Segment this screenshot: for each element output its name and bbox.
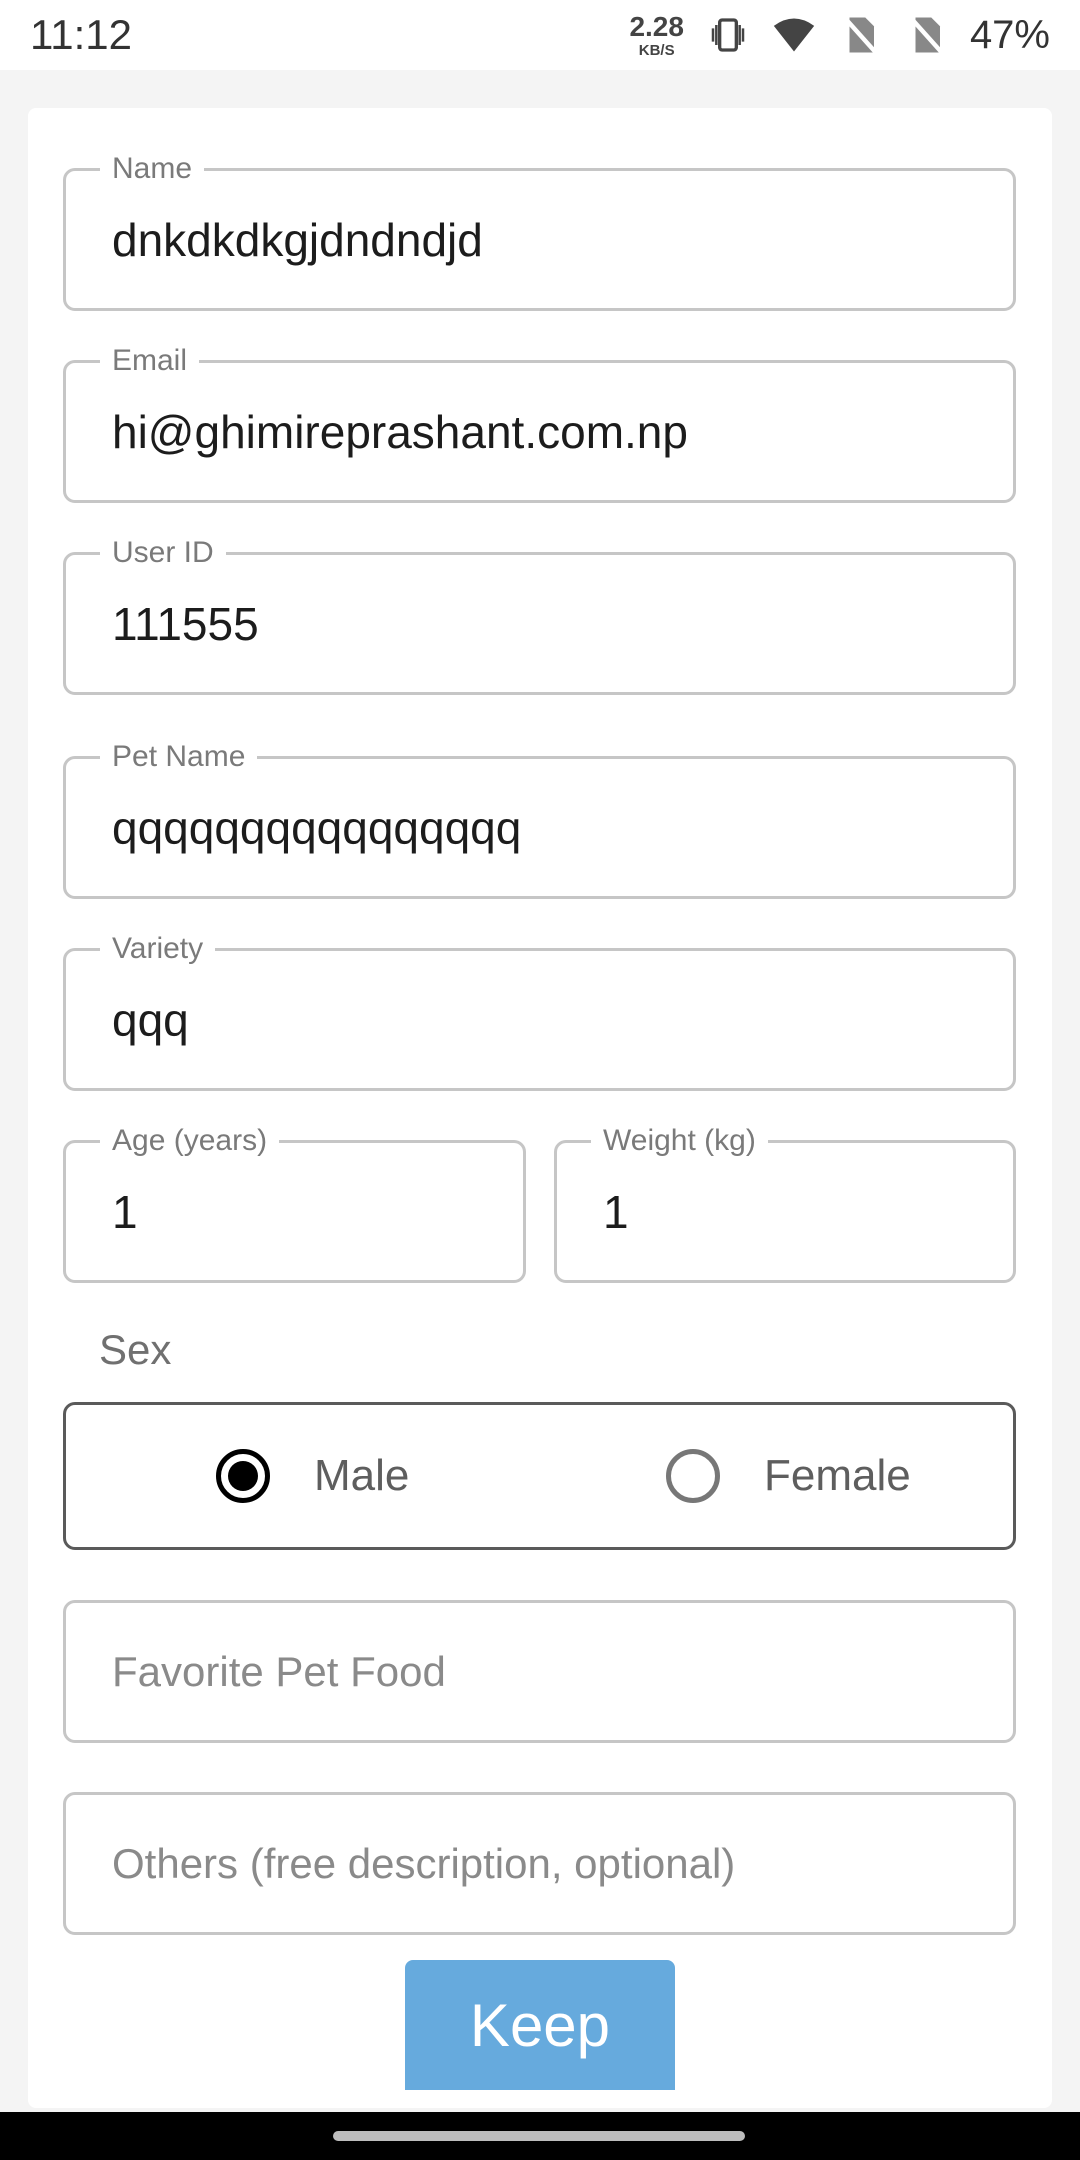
vibrate-icon — [706, 13, 750, 57]
status-bar: 11:12 2.28 KB/S 47% — [0, 0, 1080, 70]
female-radio-option[interactable]: Female — [666, 1405, 911, 1547]
others-field[interactable]: Others (free description, optional) — [63, 1792, 1016, 1935]
favorite-food-field[interactable]: Favorite Pet Food — [63, 1600, 1016, 1743]
sex-radio-group: Male Female — [63, 1402, 1016, 1550]
sex-label: Sex — [99, 1326, 172, 1373]
email-field[interactable]: Email hi@ghimireprashant.com.np — [63, 343, 1016, 503]
keep-button[interactable]: Keep — [405, 1960, 675, 2090]
network-speed: 2.28 KB/S — [629, 10, 684, 59]
status-time: 11:12 — [30, 11, 132, 58]
status-icons: 2.28 KB/S 47% — [629, 10, 1050, 59]
gesture-handle[interactable] — [333, 2131, 745, 2141]
user-id-field[interactable]: User ID 111555 — [63, 535, 1016, 695]
pet-name-field[interactable]: Pet Name qqqqqqqqqqqqqqqq — [63, 739, 1016, 899]
female-label: Female — [764, 1451, 911, 1500]
name-field[interactable]: Name dnkdkdkgjdndndjd — [63, 151, 1016, 311]
age-value: 1 — [112, 1185, 138, 1238]
male-radio-option[interactable]: Male — [216, 1405, 409, 1547]
battery-level: 47% — [969, 12, 1050, 57]
network-speed-unit: KB/S — [638, 41, 675, 59]
email-value: hi@ghimireprashant.com.np — [112, 405, 688, 458]
variety-value: qqq — [112, 993, 189, 1046]
radio-checked-icon[interactable] — [216, 1449, 270, 1503]
male-label: Male — [314, 1451, 410, 1500]
wifi-icon — [772, 13, 816, 57]
weight-value: 1 — [603, 1185, 629, 1238]
no-sim-icon — [904, 13, 948, 57]
network-speed-value: 2.28 — [629, 10, 684, 42]
weight-field[interactable]: Weight (kg) 1 — [554, 1123, 1016, 1283]
radio-unchecked-icon[interactable] — [666, 1449, 720, 1503]
variety-field[interactable]: Variety qqq — [63, 931, 1016, 1091]
navigation-bar — [0, 2112, 1080, 2160]
favorite-food-placeholder: Favorite Pet Food — [112, 1647, 446, 1695]
age-field[interactable]: Age (years) 1 — [63, 1123, 526, 1283]
others-placeholder: Others (free description, optional) — [112, 1839, 736, 1887]
pet-name-value: qqqqqqqqqqqqqqqq — [112, 801, 522, 854]
name-value: dnkdkdkgjdndndjd — [112, 213, 483, 266]
no-sim-icon — [838, 13, 882, 57]
user-id-value: 111555 — [112, 597, 259, 650]
